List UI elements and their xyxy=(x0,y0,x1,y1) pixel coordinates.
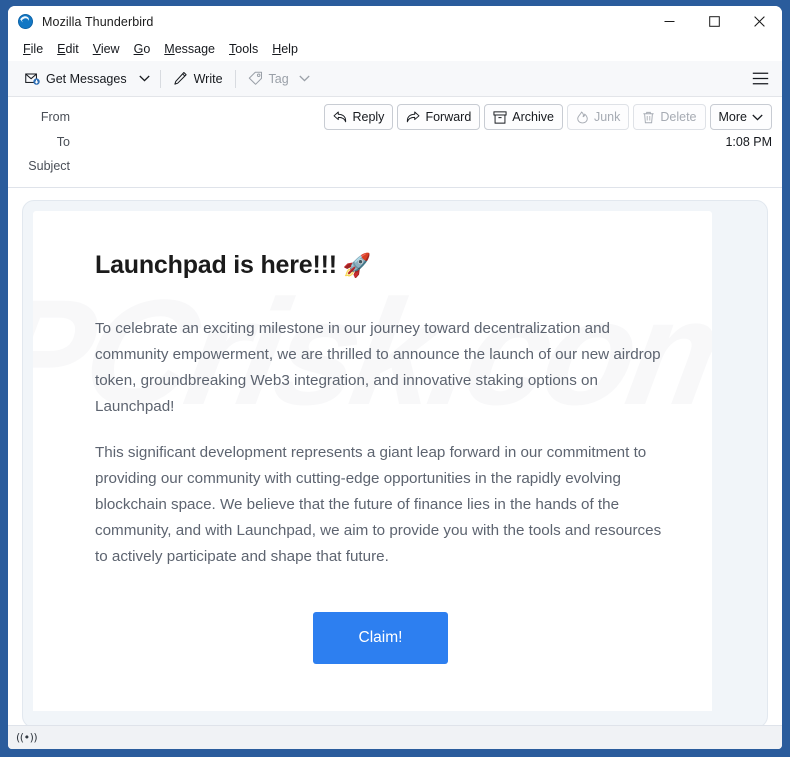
email-content: Launchpad is here!!! 🚀 To celebrate an ex… xyxy=(95,251,666,664)
from-row: From Reply Forward Archive Junk Delete M… xyxy=(18,104,772,130)
archive-label: Archive xyxy=(512,110,554,124)
get-messages-label: Get Messages xyxy=(46,71,127,86)
thunderbird-icon xyxy=(18,14,33,29)
email-card: PCrisk.com Launchpad is here!!! 🚀 To cele… xyxy=(22,200,768,725)
more-label: More xyxy=(718,110,747,124)
window-frame: Mozilla Thunderbird File Edit View Go Me… xyxy=(0,0,790,757)
toolbar-separator xyxy=(159,69,161,88)
thunderbird-window: Mozilla Thunderbird File Edit View Go Me… xyxy=(8,6,782,749)
message-actions: Reply Forward Archive Junk Delete More xyxy=(324,104,772,130)
close-icon xyxy=(754,16,765,27)
delete-label: Delete xyxy=(660,110,697,124)
subject-label: Subject xyxy=(28,159,70,173)
menu-help[interactable]: Help xyxy=(265,40,305,58)
from-label: From xyxy=(40,110,70,124)
toolbar-separator-2 xyxy=(234,69,236,88)
maximize-icon xyxy=(709,16,720,27)
window-controls xyxy=(647,6,782,37)
menu-edit[interactable]: Edit xyxy=(50,40,86,58)
menu-file[interactable]: File xyxy=(16,40,50,58)
cta-wrapper: Claim! xyxy=(95,612,666,664)
menu-tools[interactable]: Tools xyxy=(222,40,265,58)
more-button[interactable]: More xyxy=(709,104,772,130)
main-toolbar: Get Messages Write Tag xyxy=(8,61,782,97)
menu-view[interactable]: View xyxy=(86,40,127,58)
hamburger-icon xyxy=(752,72,768,85)
email-heading: Launchpad is here!!! 🚀 xyxy=(95,251,666,280)
junk-icon xyxy=(577,111,588,123)
subject-row: Subject xyxy=(18,154,772,178)
write-button[interactable]: Write xyxy=(166,66,230,92)
maximize-button[interactable] xyxy=(692,6,737,37)
tag-label: Tag xyxy=(268,71,289,86)
reply-button[interactable]: Reply xyxy=(324,104,394,130)
archive-button[interactable]: Archive xyxy=(484,104,563,130)
tag-icon xyxy=(248,71,262,85)
claim-button[interactable]: Claim! xyxy=(312,612,449,664)
status-bar: ((•)) xyxy=(8,725,782,749)
email-paragraph-2: This significant development represents … xyxy=(95,444,662,565)
to-label: To xyxy=(56,135,70,149)
chevron-down-icon xyxy=(299,75,310,82)
close-button[interactable] xyxy=(737,6,782,37)
get-messages-icon xyxy=(25,73,40,85)
tag-button[interactable]: Tag xyxy=(241,66,317,92)
minimize-button[interactable] xyxy=(647,6,692,37)
app-menu-button[interactable] xyxy=(746,66,774,92)
connectivity-icon[interactable]: ((•)) xyxy=(16,731,38,744)
delete-button[interactable]: Delete xyxy=(633,104,706,130)
message-body-pane: PCrisk.com Launchpad is here!!! 🚀 To cele… xyxy=(8,188,782,725)
to-row: To 1:08 PM xyxy=(18,130,772,154)
forward-button[interactable]: Forward xyxy=(397,104,481,130)
junk-label: Junk xyxy=(593,110,621,124)
message-header: From Reply Forward Archive Junk Delete M… xyxy=(8,97,782,188)
get-messages-dropdown[interactable] xyxy=(134,66,155,92)
rocket-icon: 🚀 xyxy=(342,252,372,278)
email-heading-text: Launchpad is here!!! xyxy=(95,251,337,279)
email-paragraph-1: To celebrate an exciting milestone in ou… xyxy=(95,320,661,415)
pencil-icon xyxy=(173,71,187,85)
chevron-down-icon xyxy=(752,114,763,120)
minimize-icon xyxy=(664,21,675,22)
reply-label: Reply xyxy=(352,110,385,124)
title-bar: Mozilla Thunderbird xyxy=(8,6,782,37)
menu-bar: File Edit View Go Message Tools Help xyxy=(8,37,782,61)
chevron-down-icon xyxy=(138,75,150,82)
forward-icon xyxy=(407,111,420,123)
message-time: 1:08 PM xyxy=(725,135,772,149)
write-label: Write xyxy=(193,71,223,86)
menu-message[interactable]: Message xyxy=(157,40,222,58)
window-title: Mozilla Thunderbird xyxy=(42,14,154,29)
junk-button[interactable]: Junk xyxy=(566,104,630,130)
get-messages-button[interactable]: Get Messages xyxy=(18,66,134,92)
menu-go[interactable]: Go xyxy=(127,40,158,58)
trash-icon xyxy=(643,111,654,123)
email-content-panel: PCrisk.com Launchpad is here!!! 🚀 To cele… xyxy=(33,211,712,711)
reply-icon xyxy=(333,111,347,123)
forward-label: Forward xyxy=(425,110,472,124)
archive-icon xyxy=(493,110,507,124)
